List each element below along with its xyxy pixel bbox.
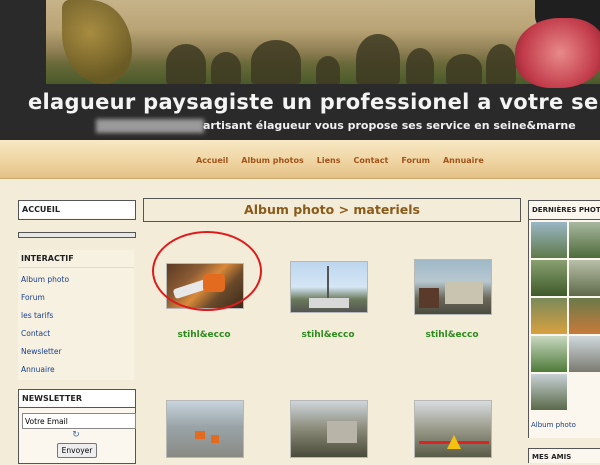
interactif-title: INTERACTIF (18, 250, 134, 268)
sidebar-item-tarifs[interactable]: les tarifs (21, 307, 134, 325)
photo-thumbnail-house[interactable] (290, 400, 368, 458)
top-navigation: Accueil Album photos Liens Contact Forum… (0, 140, 600, 179)
photo-thumbnail-road[interactable] (166, 400, 244, 458)
recent-photo-thumbnail[interactable] (531, 260, 567, 296)
album-photo-link[interactable]: Album photo (531, 421, 576, 429)
recent-photo-thumbnail[interactable] (531, 374, 567, 410)
highlight-circle (152, 231, 262, 311)
recent-photo-thumbnail[interactable] (531, 222, 567, 258)
photo-thumbnail-crane[interactable] (290, 261, 368, 313)
envoyer-button[interactable]: Envoyer (57, 443, 97, 458)
site-subtitle: artisant élagueur vous propose ses servi… (203, 119, 576, 132)
mes-amis-title: MES AMIS (528, 448, 600, 463)
site-title: elagueur paysagiste un professionel a vo… (28, 90, 600, 114)
blurred-name (96, 119, 204, 133)
refresh-icon[interactable]: ↻ (71, 430, 81, 440)
sidebar-item-contact[interactable]: Contact (21, 325, 134, 343)
accueil-box: ACCUEIL (18, 200, 136, 220)
sidebar-item-forum[interactable]: Forum (21, 289, 134, 307)
nav-album-photos[interactable]: Album photos (241, 156, 303, 165)
dernieres-photos-title: DERNIÈRES PHOTOS (528, 200, 600, 220)
nav-forum[interactable]: Forum (401, 156, 430, 165)
recent-photo-thumbnail[interactable] (531, 336, 567, 372)
recent-photo-thumbnail[interactable] (569, 222, 600, 258)
photo-caption[interactable]: stihl&ecco (288, 330, 368, 340)
interactif-box: INTERACTIF Album photo Forum les tarifs … (18, 250, 134, 380)
photo-thumbnail-truck[interactable] (414, 259, 492, 315)
nav-contact[interactable]: Contact (354, 156, 389, 165)
sidebar-item-album-photo[interactable]: Album photo (21, 271, 134, 289)
sidebar-item-newsletter[interactable]: Newsletter (21, 343, 134, 361)
photo-caption[interactable]: stihl&ecco (164, 330, 244, 340)
nav-liens[interactable]: Liens (317, 156, 341, 165)
newsletter-title: NEWSLETTER (19, 390, 135, 408)
recent-photo-thumbnail[interactable] (569, 260, 600, 296)
sidebar-item-annuaire[interactable]: Annuaire (21, 361, 134, 379)
red-leaf-decoration (515, 18, 600, 88)
nav-accueil[interactable]: Accueil (196, 156, 228, 165)
photo-thumbnail-barrier[interactable] (414, 400, 492, 458)
sidebar-divider (18, 232, 136, 238)
newsletter-box: NEWSLETTER ↻ Envoyer (18, 389, 136, 464)
email-field[interactable] (22, 413, 136, 429)
site-header: elagueur paysagiste un professionel a vo… (0, 0, 600, 140)
photo-caption[interactable]: stihl&ecco (412, 330, 492, 340)
recent-photo-thumbnail[interactable] (569, 298, 600, 334)
accueil-title: ACCUEIL (19, 201, 135, 218)
recent-photo-thumbnail[interactable] (569, 336, 600, 372)
recent-photo-thumbnail[interactable] (531, 298, 567, 334)
album-heading: Album photo > materiels (143, 198, 521, 222)
recent-photos-grid (528, 220, 600, 438)
nav-annuaire[interactable]: Annuaire (443, 156, 484, 165)
